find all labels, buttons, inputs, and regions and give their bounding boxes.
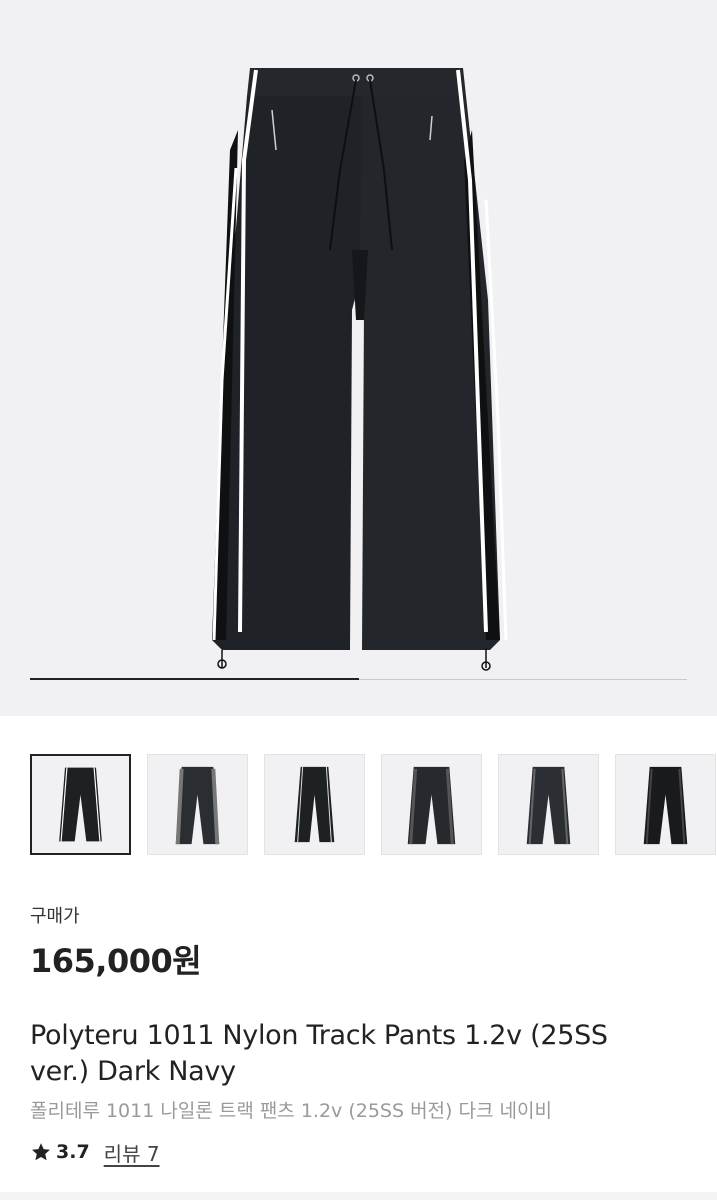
price-value: 165,000원: [30, 942, 202, 980]
thumbnail-6[interactable]: [615, 754, 716, 855]
rating-value: 3.7: [56, 1141, 90, 1163]
price-label: 구매가: [30, 906, 80, 927]
thumbnail-image: [59, 767, 102, 842]
product-main-image[interactable]: [0, 0, 717, 716]
product-name-english: Polyteru 1011 Nylon Track Pants 1.2v (25…: [30, 1020, 608, 1087]
thumbnail-2[interactable]: [147, 754, 248, 855]
rating-row: 3.7 리뷰 7: [30, 1138, 160, 1166]
thumbnail-1[interactable]: [30, 754, 131, 855]
thumbnail-image: [526, 766, 571, 845]
thumbnail-image: [294, 766, 335, 843]
thumbnail-image: [643, 766, 688, 845]
thumbnail-image: [175, 766, 220, 845]
product-name-korean: 폴리테루 1011 나일론 트랙 팬츠 1.2v (25SS 버전) 다크 네이…: [30, 1100, 552, 1122]
star-icon: [32, 1143, 50, 1161]
track-pants-image: [212, 68, 508, 671]
thumbnail-strip[interactable]: [0, 716, 717, 886]
thumbnail-3[interactable]: [264, 754, 365, 855]
section-divider: [0, 1192, 717, 1200]
gallery-progress-fill: [30, 678, 359, 680]
gallery-progress-bar: [30, 678, 687, 680]
thumbnail-4[interactable]: [381, 754, 482, 855]
thumbnail-5[interactable]: [498, 754, 599, 855]
thumbnail-image: [407, 766, 456, 845]
review-count-link[interactable]: 리뷰 7: [104, 1138, 160, 1167]
